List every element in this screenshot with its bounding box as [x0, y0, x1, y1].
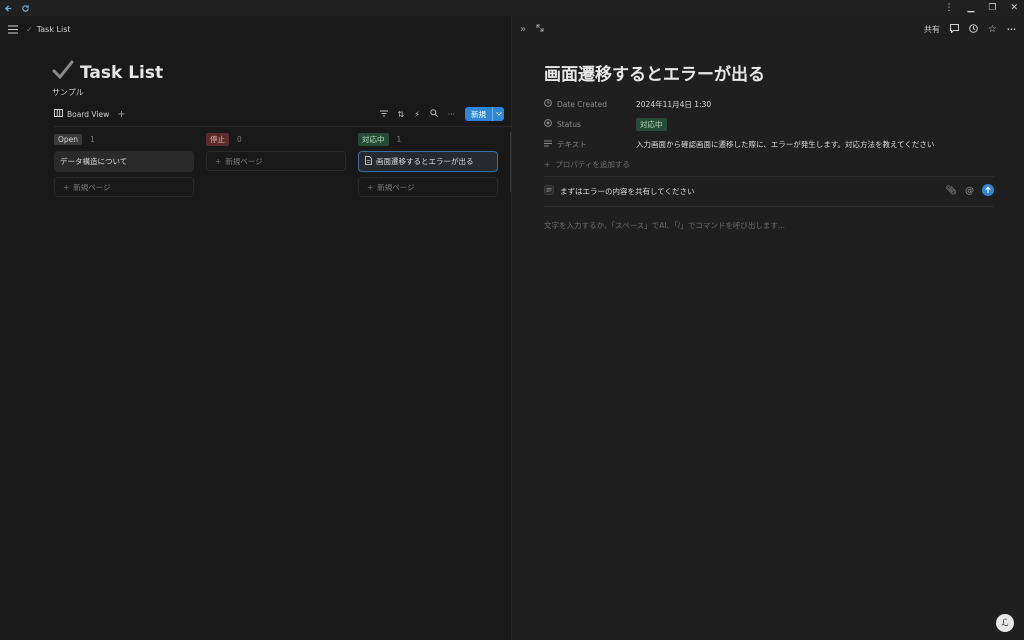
add-property-button[interactable]: + プロパティを追加する	[544, 154, 994, 174]
arrow-left-icon[interactable]	[4, 4, 13, 13]
new-page-label: 新規ページ	[377, 182, 415, 192]
divider	[54, 126, 512, 127]
window-titlebar: ⋮ ▁ ❐ ✕	[0, 0, 1024, 16]
star-icon[interactable]: ☆	[988, 24, 997, 35]
page-icon	[365, 156, 372, 167]
status-tag[interactable]: 停止	[206, 132, 229, 146]
sort-icon[interactable]: ⇅	[398, 110, 405, 119]
column-count: 0	[237, 134, 242, 144]
new-page-label: 新規ページ	[225, 156, 263, 166]
column-count: 1	[396, 134, 402, 144]
checkmark-icon: ✓	[26, 24, 33, 34]
kebab-menu-icon[interactable]: ⋮	[944, 3, 953, 13]
status-icon	[544, 119, 552, 129]
share-button[interactable]: 共有	[924, 24, 940, 35]
new-button-label: 新規	[471, 109, 486, 119]
page-title: Task List	[80, 62, 164, 83]
board-topbar: ✓ Task List	[0, 16, 511, 42]
property-date-created[interactable]: Date Created 2024年11月4日 1:30	[544, 94, 994, 114]
card-title: データ構造について	[60, 157, 128, 166]
comment-input[interactable]: まずはエラーの内容を共有してください	[560, 186, 695, 197]
divider	[544, 176, 994, 177]
comment-avatar-icon	[544, 185, 554, 197]
plus-icon: +	[63, 182, 70, 192]
page-title[interactable]: 画面遷移するとエラーが出る	[544, 60, 765, 85]
board-toolbar: Board View + ⇅ ⚡ ··· 新規	[54, 106, 504, 122]
new-page-button[interactable]: + 新規ページ	[358, 177, 498, 197]
status-tag[interactable]: Open	[54, 133, 83, 145]
add-view-icon[interactable]: +	[117, 109, 125, 120]
board-card[interactable]: 画面遷移するとエラーが出る	[358, 151, 498, 172]
chevron-down-icon[interactable]	[492, 107, 504, 121]
property-text[interactable]: テキスト 入力画面から確認画面に遷移した際に、エラーが発生します。対応方法を教え…	[544, 134, 994, 154]
card-title: 画面遷移するとエラーが出る	[376, 157, 474, 166]
column-count: 1	[90, 134, 95, 144]
board-column-in-progress: 対応中 1 画面遷移するとエラーが出る + 新規ページ	[358, 132, 498, 197]
more-icon[interactable]: ···	[448, 110, 455, 119]
close-icon[interactable]: ✕	[1010, 3, 1018, 13]
peek-topbar: » 共有 ☆ ···	[512, 16, 1024, 42]
collapse-panel-icon[interactable]: »	[520, 24, 526, 35]
plus-icon: +	[215, 156, 222, 166]
breadcrumb[interactable]: ✓ Task List	[26, 25, 71, 34]
minimize-icon[interactable]: ▁	[967, 3, 974, 13]
board-panel: ✓ Task List Task List サンプル Board View + …	[0, 16, 512, 640]
plus-icon: +	[544, 159, 551, 169]
history-clock-icon[interactable]	[969, 23, 978, 35]
help-icon[interactable]: ℒ	[996, 614, 1014, 632]
more-icon[interactable]: ···	[1007, 25, 1016, 34]
status-tag[interactable]: 対応中	[358, 132, 389, 146]
property-value: 入力画面から確認画面に遷移した際に、エラーが発生します。対応方法を教えてください	[636, 139, 935, 149]
status-badge[interactable]: 対応中	[636, 117, 667, 131]
board-column-stopped: 停止 0 + 新規ページ	[206, 132, 346, 171]
property-label: Status	[557, 119, 581, 129]
reload-icon[interactable]	[21, 4, 30, 13]
plus-icon: +	[367, 182, 374, 192]
property-value: 2024年11月4日 1:30	[636, 99, 712, 109]
filter-icon[interactable]	[379, 110, 388, 119]
add-property-label: プロパティを追加する	[555, 159, 630, 169]
new-button[interactable]: 新規	[465, 107, 504, 121]
page-header: Task List サンプル	[52, 60, 163, 98]
comment-row: まずはエラーの内容を共有してください 📎︎ @	[544, 182, 994, 200]
new-page-button[interactable]: + 新規ページ	[54, 177, 194, 197]
board-card[interactable]: データ構造について	[54, 151, 194, 172]
page-peek-panel: » 共有 ☆ ··· 画面遷移するとエラーが出る Date Created 20…	[512, 16, 1024, 640]
lightning-icon[interactable]: ⚡	[414, 110, 420, 119]
send-button[interactable]	[982, 184, 994, 198]
restore-icon[interactable]: ❐	[988, 3, 996, 13]
property-label: テキスト	[557, 139, 587, 149]
editor-placeholder[interactable]: 文字を入力するか、「スペース」でAI、「/」でコマンドを呼び出します...	[544, 220, 785, 231]
property-status[interactable]: Status 対応中	[544, 114, 994, 134]
mention-icon[interactable]: @	[965, 186, 974, 196]
paperclip-icon[interactable]: 📎︎	[946, 186, 957, 196]
properties: Date Created 2024年11月4日 1:30 Status 対応中 …	[544, 94, 994, 174]
clock-icon	[544, 99, 552, 109]
search-icon[interactable]	[430, 109, 438, 119]
expand-icon[interactable]	[536, 24, 544, 34]
new-page-label: 新規ページ	[73, 182, 111, 192]
tab-label: Board View	[67, 109, 110, 119]
divider	[544, 206, 994, 207]
page-subtitle: サンプル	[52, 88, 84, 97]
board-icon	[54, 109, 63, 119]
text-lines-icon	[544, 140, 552, 149]
breadcrumb-label: Task List	[36, 24, 71, 34]
hamburger-menu-icon[interactable]	[8, 24, 18, 34]
property-label: Date Created	[557, 99, 607, 109]
board-column-open: Open 1 データ構造について + 新規ページ	[54, 132, 194, 197]
comment-icon[interactable]	[949, 23, 959, 35]
checkmark-icon	[52, 60, 74, 85]
new-page-button[interactable]: + 新規ページ	[206, 151, 346, 171]
tab-board-view[interactable]: Board View	[54, 109, 109, 119]
